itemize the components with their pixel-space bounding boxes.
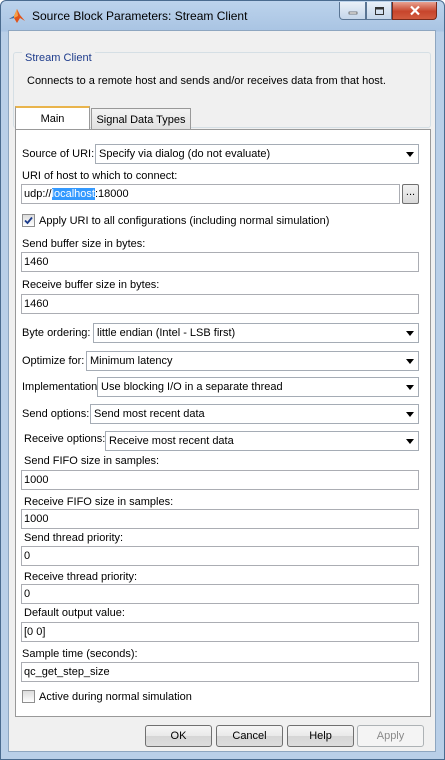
- maximize-button[interactable]: [366, 2, 392, 20]
- send-fifo-label: Send FIFO size in samples:: [24, 455, 160, 467]
- help-label: Help: [309, 730, 332, 742]
- apply-uri-checkbox[interactable]: [22, 214, 35, 227]
- active-normal-label: Active during normal simulation: [39, 691, 192, 703]
- default-output-field[interactable]: [0 0]: [21, 622, 419, 642]
- matlab-logo-icon: [8, 7, 26, 25]
- receive-options-value: Receive most recent data: [109, 435, 234, 447]
- send-fifo-field[interactable]: 1000: [21, 470, 419, 490]
- receive-options-label: Receive options:: [24, 433, 106, 445]
- default-output-label: Default output value:: [24, 607, 125, 619]
- dialog-window: Source Block Parameters: Stream Client S…: [0, 0, 445, 760]
- receive-thread-priority-label: Receive thread priority:: [24, 571, 138, 583]
- send-thread-priority-label: Send thread priority:: [24, 532, 124, 544]
- dialog-client-area: Stream Client Connects to a remote host …: [8, 30, 436, 752]
- implementation-dropdown[interactable]: Use blocking I/O in a separate thread: [97, 377, 419, 397]
- cancel-label: Cancel: [232, 730, 267, 742]
- receive-fifo-label: Receive FIFO size in samples:: [24, 496, 174, 508]
- apply-button[interactable]: Apply: [357, 725, 424, 747]
- source-of-uri-label: Source of URI:: [22, 148, 95, 160]
- byte-ordering-dropdown[interactable]: little endian (Intel - LSB first): [93, 323, 419, 343]
- sample-time-field[interactable]: qc_get_step_size: [21, 662, 419, 682]
- receive-options-dropdown[interactable]: Receive most recent data: [105, 431, 419, 451]
- browse-label: ...: [405, 186, 416, 198]
- window-title: Source Block Parameters: Stream Client: [32, 9, 248, 23]
- main-tab-panel: Source of URI: Specify via dialog (do no…: [15, 129, 431, 717]
- block-description: Connects to a remote host and sends and/…: [27, 75, 386, 87]
- group-title: Stream Client: [22, 52, 95, 64]
- chevron-down-icon: [402, 432, 418, 450]
- uri-prefix: udp://: [24, 188, 52, 200]
- uri-selected-text: localhost: [51, 188, 95, 200]
- implementation-label: Implementation:: [22, 381, 101, 393]
- chevron-down-icon: [402, 352, 418, 370]
- help-button[interactable]: Help: [287, 725, 354, 747]
- source-of-uri-dropdown[interactable]: Specify via dialog (do not evaluate): [95, 144, 419, 164]
- tab-signal-data-types-label: Signal Data Types: [96, 113, 186, 126]
- active-normal-checkbox[interactable]: [22, 690, 35, 703]
- source-of-uri-value: Specify via dialog (do not evaluate): [99, 148, 271, 160]
- apply-uri-label: Apply URI to all configurations (includi…: [39, 215, 330, 227]
- checkmark-icon: [24, 216, 33, 225]
- send-options-label: Send options:: [22, 408, 90, 420]
- title-bar[interactable]: Source Block Parameters: Stream Client: [1, 1, 444, 30]
- send-buffer-label: Send buffer size in bytes:: [22, 238, 146, 250]
- tab-signal-data-types[interactable]: Signal Data Types: [91, 108, 191, 130]
- optimize-for-label: Optimize for:: [22, 355, 85, 367]
- uri-label: URI of host to which to connect:: [22, 170, 178, 182]
- chevron-down-icon: [402, 145, 418, 163]
- apply-label: Apply: [376, 730, 405, 742]
- chevron-down-icon: [402, 324, 418, 342]
- tab-main[interactable]: Main: [15, 106, 90, 130]
- byte-ordering-value: little endian (Intel - LSB first): [97, 327, 236, 339]
- optimize-for-value: Minimum latency: [90, 355, 173, 367]
- ok-label: OK: [170, 730, 187, 742]
- close-button[interactable]: [392, 2, 437, 20]
- sample-time-label: Sample time (seconds):: [22, 648, 138, 660]
- uri-suffix: :18000: [94, 188, 129, 200]
- chevron-down-icon: [402, 405, 418, 423]
- uri-field[interactable]: udp://localhost:18000: [21, 184, 400, 204]
- send-options-dropdown[interactable]: Send most recent data: [90, 404, 419, 424]
- minimize-button[interactable]: [339, 2, 366, 20]
- send-thread-priority-field[interactable]: 0: [21, 546, 419, 566]
- receive-buffer-field[interactable]: 1460: [21, 294, 419, 314]
- receive-buffer-label: Receive buffer size in bytes:: [22, 279, 160, 291]
- tab-main-label: Main: [40, 113, 65, 125]
- cancel-button[interactable]: Cancel: [216, 725, 283, 747]
- send-options-value: Send most recent data: [94, 408, 205, 420]
- ok-button[interactable]: OK: [145, 725, 212, 747]
- implementation-value: Use blocking I/O in a separate thread: [101, 381, 283, 393]
- byte-ordering-label: Byte ordering:: [22, 327, 91, 339]
- optimize-for-dropdown[interactable]: Minimum latency: [86, 351, 419, 371]
- send-buffer-field[interactable]: 1460: [21, 252, 419, 272]
- minimize-icon: [348, 11, 357, 14]
- close-icon: [409, 5, 420, 16]
- uri-browse-button[interactable]: ...: [402, 184, 419, 204]
- receive-thread-priority-field[interactable]: 0: [21, 584, 419, 604]
- maximize-icon: [374, 6, 384, 15]
- chevron-down-icon: [402, 378, 418, 396]
- receive-fifo-field[interactable]: 1000: [21, 509, 419, 529]
